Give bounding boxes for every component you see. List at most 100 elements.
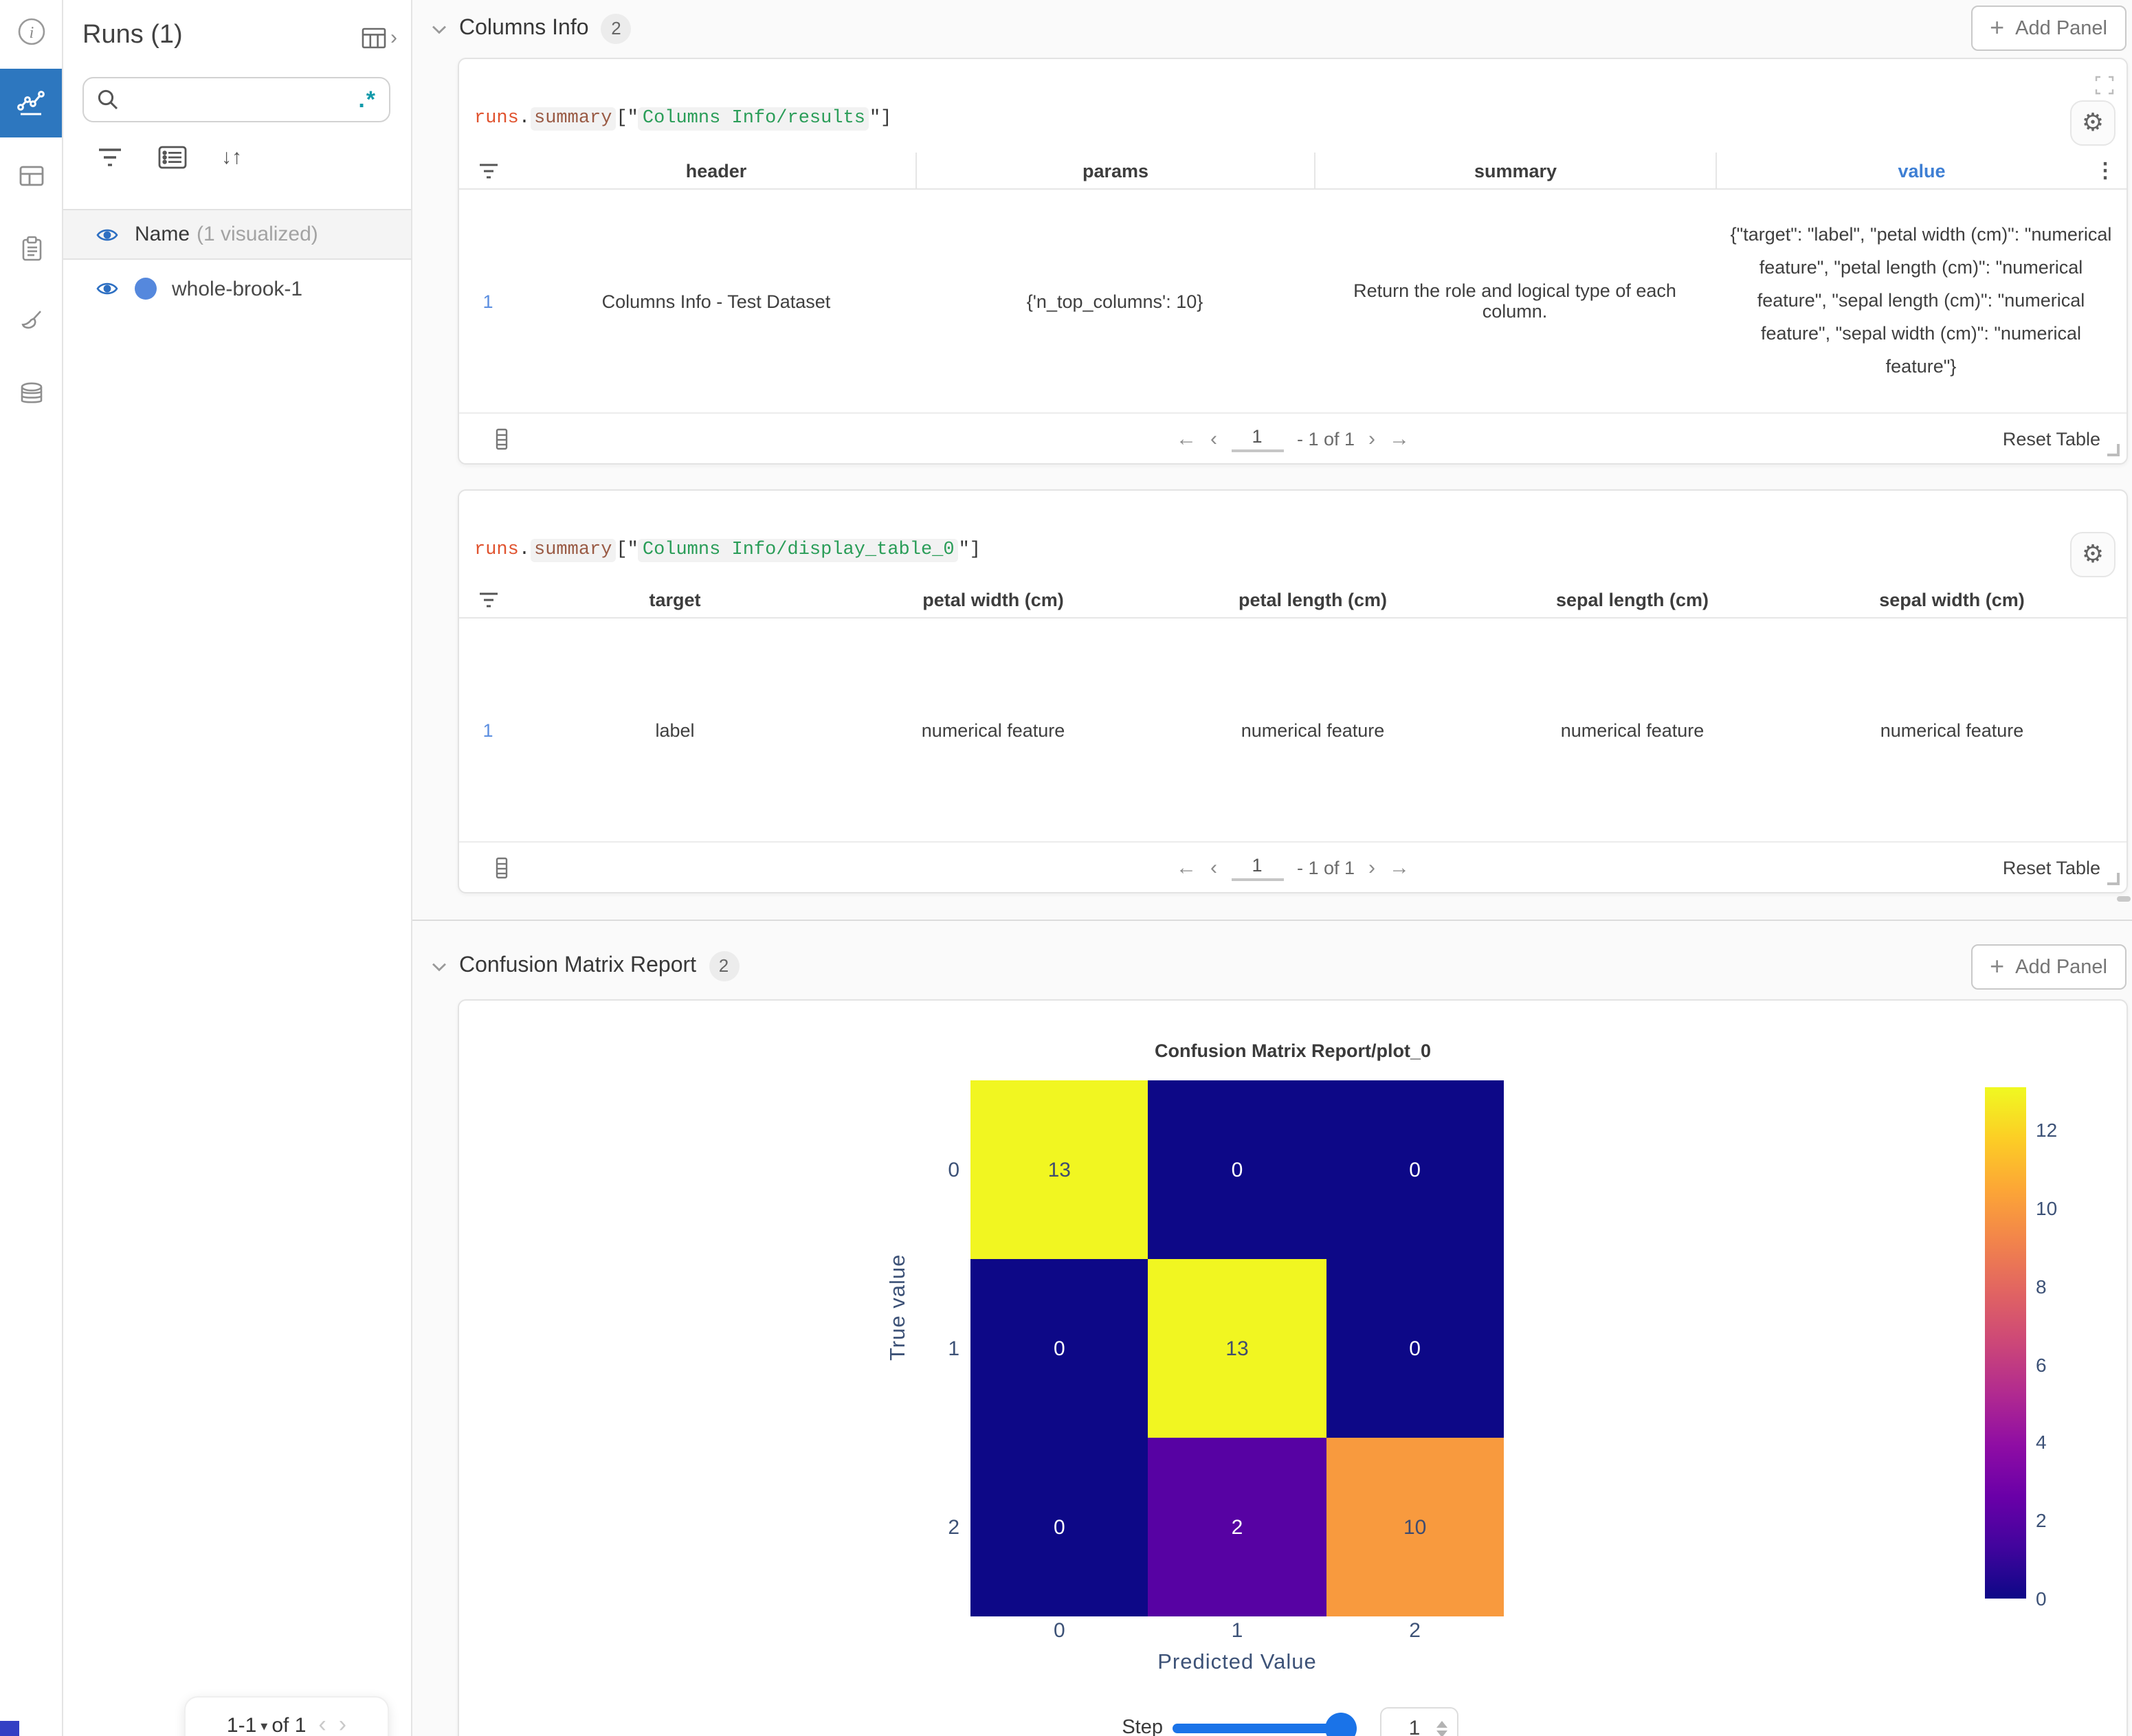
colorbar-tick-label: 12: [2036, 1119, 2057, 1141]
eye-icon[interactable]: [96, 226, 118, 243]
confusion-matrix-heatmap: 130001300210: [970, 1080, 1504, 1616]
stepper-arrows-icon[interactable]: [1436, 1720, 1447, 1736]
database-icon[interactable]: [0, 370, 62, 419]
plus-icon: +: [1990, 14, 2004, 43]
add-panel-button[interactable]: + Add Panel: [1970, 944, 2127, 990]
panel-count-badge: 2: [709, 951, 739, 981]
panel-count-badge: 2: [601, 14, 632, 44]
column-header[interactable]: sepal length (cm): [1472, 581, 1792, 617]
last-page-icon[interactable]: →: [1389, 856, 1410, 879]
colorbar-tick-label: 6: [2036, 1353, 2047, 1375]
info-icon[interactable]: i: [0, 7, 62, 56]
runs-pagination[interactable]: 1-1 ▾ of 1 ‹ ›: [184, 1696, 389, 1736]
line-chart-icon[interactable]: [0, 69, 62, 137]
page-count-label: - 1 of 1: [1297, 428, 1355, 449]
table-filter-icon[interactable]: [459, 581, 517, 617]
prev-page-icon[interactable]: ‹: [318, 1711, 326, 1736]
next-page-icon[interactable]: ›: [339, 1711, 346, 1736]
x-tick-label: 0: [970, 1619, 1148, 1643]
table-filter-icon[interactable]: [459, 153, 517, 188]
caret-down-icon[interactable]: ▾: [260, 1719, 267, 1734]
runs-table-icon[interactable]: [0, 151, 62, 201]
column-header[interactable]: summary: [1314, 153, 1715, 188]
clipboard-icon[interactable]: [0, 224, 62, 274]
column-header[interactable]: petal length (cm): [1153, 581, 1472, 617]
section-title[interactable]: Confusion Matrix Report: [459, 954, 696, 979]
resize-handle[interactable]: [2107, 873, 2120, 885]
panel-settings-button[interactable]: ⚙: [2070, 532, 2116, 577]
plot-title: Confusion Matrix Report/plot_0: [459, 1041, 2127, 1061]
run-color-dot[interactable]: [135, 278, 157, 300]
step-number-input[interactable]: 1: [1380, 1707, 1458, 1736]
last-page-icon[interactable]: →: [1389, 427, 1410, 450]
cell-petal-width: numerical feature: [833, 720, 1153, 740]
open-runs-table-button[interactable]: ›: [362, 26, 397, 49]
cell-header: Columns Info - Test Dataset: [517, 291, 915, 311]
group-list-icon[interactable]: [158, 146, 187, 169]
panel-settings-button[interactable]: ⚙: [2070, 100, 2116, 146]
scrollbar-thumb[interactable]: [2117, 896, 2131, 902]
column-header[interactable]: header: [517, 153, 915, 188]
column-header[interactable]: petal width (cm): [833, 581, 1153, 617]
matrix-cell-2-0: 0: [970, 1438, 1148, 1616]
matrix-cell-1-0: 0: [970, 1259, 1148, 1438]
add-panel-button[interactable]: + Add Panel: [1970, 5, 2127, 51]
cell-target: label: [517, 720, 833, 740]
page-number-input[interactable]: 1: [1231, 854, 1283, 880]
row-index-link[interactable]: 1: [459, 291, 517, 311]
next-page-icon[interactable]: ›: [1368, 427, 1375, 450]
page-range[interactable]: 1-1: [227, 1713, 256, 1736]
colorbar: [1985, 1087, 2026, 1599]
row-index-link[interactable]: 1: [459, 720, 517, 740]
panel-query-expression[interactable]: runs.summary["Columns Info/display_table…: [474, 540, 981, 561]
chevron-down-icon[interactable]: [432, 961, 447, 971]
filter-icon[interactable]: [96, 146, 124, 169]
reset-table-button[interactable]: Reset Table: [2003, 857, 2100, 878]
fullscreen-icon[interactable]: [2095, 76, 2114, 95]
left-rail: i: [0, 0, 63, 1736]
chevron-right-icon: ›: [390, 26, 397, 49]
run-search-box[interactable]: .*: [82, 77, 390, 122]
first-page-icon[interactable]: ←: [1176, 856, 1197, 879]
column-menu-icon[interactable]: ⋮: [2095, 158, 2116, 183]
display-table-header: target petal width (cm) petal length (cm…: [459, 581, 2127, 619]
runs-panel-title: Runs (1): [82, 21, 183, 51]
step-slider-handle[interactable]: [1325, 1713, 1357, 1736]
column-header[interactable]: params: [915, 153, 1314, 188]
gear-icon: ⚙: [2082, 540, 2104, 569]
sort-icon[interactable]: ↓↑: [221, 146, 242, 169]
eye-icon[interactable]: [96, 280, 118, 297]
column-header[interactable]: target: [517, 581, 833, 617]
next-page-icon[interactable]: ›: [1368, 856, 1375, 879]
first-page-icon[interactable]: ←: [1176, 427, 1197, 450]
cell-value: {"target": "label", "petal width (cm)": …: [1715, 219, 2127, 383]
colorbar-tick-label: 8: [2036, 1276, 2047, 1298]
regex-toggle-icon[interactable]: .*: [358, 86, 377, 113]
section-title[interactable]: Columns Info: [459, 16, 589, 41]
search-input[interactable]: [120, 87, 358, 112]
table-row[interactable]: 1 label numerical feature numerical feat…: [459, 617, 2127, 843]
page-number-input[interactable]: 1: [1231, 425, 1283, 452]
column-header[interactable]: sepal width (cm): [1792, 581, 2111, 617]
matrix-cell-0-0: 13: [970, 1080, 1148, 1259]
column-settings-icon[interactable]: [495, 856, 509, 879]
step-label: Step: [1102, 1717, 1163, 1736]
search-icon: [96, 88, 120, 111]
runs-panel: Runs (1) › .*: [63, 0, 412, 1736]
column-header[interactable]: value: [1715, 153, 2127, 188]
page-total: of 1: [271, 1713, 306, 1736]
colorbar-ticks: 121086420: [2036, 1087, 2077, 1599]
run-row[interactable]: whole-brook-1: [63, 261, 411, 316]
runs-name-header-row[interactable]: Name (1 visualized): [63, 209, 411, 260]
run-name[interactable]: whole-brook-1: [172, 277, 302, 300]
table-row[interactable]: 1 Columns Info - Test Dataset {'n_top_co…: [459, 188, 2127, 414]
reset-table-button[interactable]: Reset Table: [2003, 428, 2100, 449]
panel-query-expression[interactable]: runs.summary["Columns Info/results"]: [474, 109, 891, 129]
resize-handle[interactable]: [2107, 444, 2120, 456]
column-settings-icon[interactable]: [495, 427, 509, 450]
prev-page-icon[interactable]: ‹: [1210, 856, 1217, 879]
chevron-down-icon[interactable]: [432, 24, 447, 34]
prev-page-icon[interactable]: ‹: [1210, 427, 1217, 450]
brush-icon[interactable]: [0, 297, 62, 346]
page-count-label: - 1 of 1: [1297, 857, 1355, 878]
